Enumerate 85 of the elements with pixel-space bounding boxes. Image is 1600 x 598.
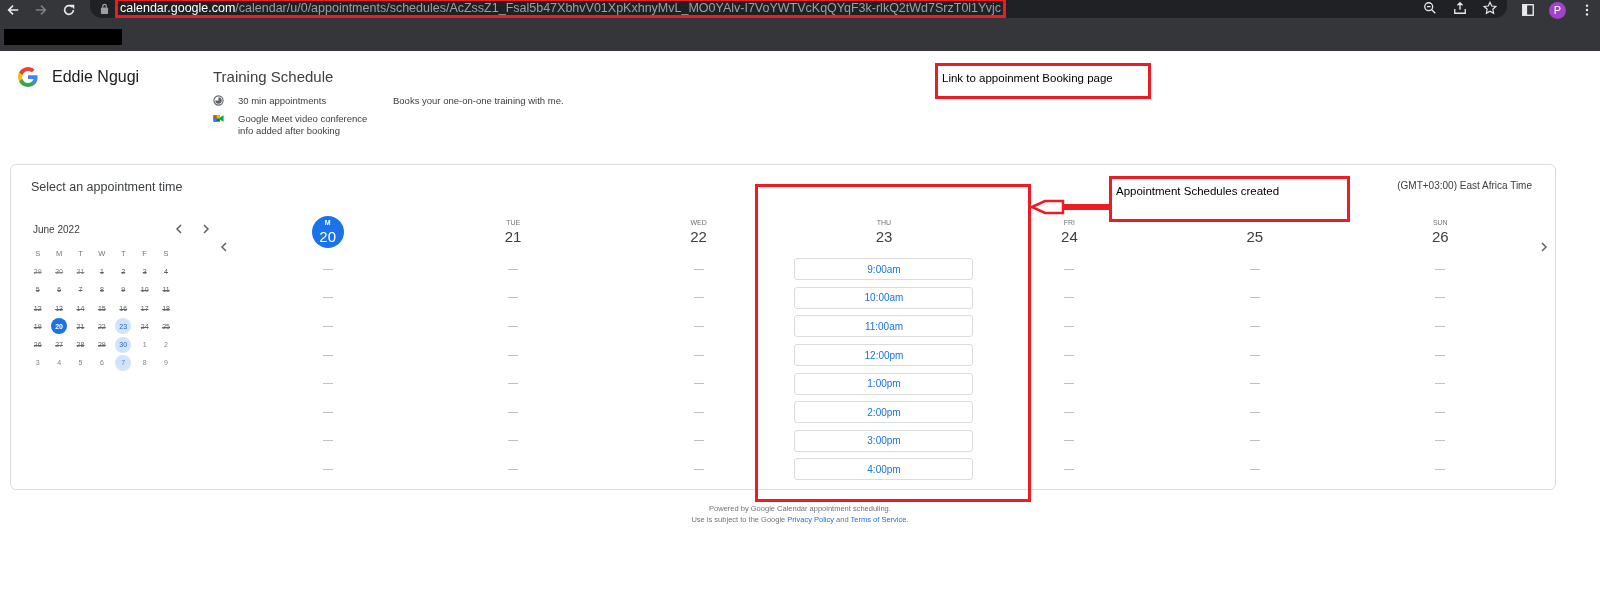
no-slot-dash — [1249, 268, 1260, 270]
no-slot-dash — [693, 354, 704, 356]
no-slot-dash — [1435, 354, 1446, 356]
no-slot-dash — [693, 440, 704, 442]
no-slot-dash — [1064, 468, 1075, 470]
no-slot-dash — [1064, 297, 1075, 299]
no-slot-dash — [693, 297, 704, 299]
no-slot-dash — [1249, 383, 1260, 385]
no-slot-dash — [1249, 354, 1260, 356]
no-slot-dash — [1435, 326, 1446, 327]
no-slot-dash — [693, 268, 704, 270]
share-icon[interactable] — [1453, 1, 1467, 15]
no-slot-dash — [1064, 354, 1075, 356]
no-slot-dash — [693, 383, 704, 385]
no-slot-dash — [508, 411, 519, 413]
day-number: 25 — [1246, 228, 1264, 246]
time-slot-button[interactable]: 9:00am — [794, 258, 974, 281]
no-slot-dash — [508, 383, 519, 385]
no-slot-dash — [508, 468, 519, 470]
no-slot-dash — [322, 297, 333, 299]
conference-text: Google Meet video conference info added after booking — [238, 113, 369, 137]
no-slot-dash — [1064, 383, 1075, 385]
time-slot-button[interactable]: 3:00pm — [794, 429, 974, 452]
lock-icon — [100, 2, 109, 14]
no-slot-dash — [1435, 268, 1446, 270]
annotation-box: Link to appoinment Booking page — [935, 63, 1151, 99]
duration-text: 30 min appointments — [238, 95, 327, 107]
back-icon[interactable] — [6, 3, 20, 17]
no-slot-dash — [508, 440, 519, 442]
url-text: calendar.google.com/calendar/u/0/appointments/schedules/AcZssZ1_Fsal5b47XbhvV01XpKxhnyMvL_MO0YAlv-I7VoYWTVcKqQYqF3k-rlkQ2tWd7SrzT0l1Yvjc — [115, 0, 1006, 18]
no-slot-dash — [1249, 411, 1260, 413]
no-slot-dash — [322, 440, 333, 442]
no-slot-dash — [1064, 326, 1075, 327]
time-slot-button[interactable]: 1:00pm — [794, 372, 974, 395]
no-slot-dash — [322, 383, 333, 385]
time-slot-button[interactable]: 12:00pm — [794, 344, 974, 367]
zoom-out-icon[interactable] — [1423, 1, 1437, 15]
no-slot-dash — [1435, 440, 1446, 442]
no-slot-dash — [1435, 468, 1446, 470]
no-slot-dash — [1435, 297, 1446, 299]
schedule-title: Training Schedule — [213, 67, 335, 87]
time-slot-button[interactable]: 11:00am — [794, 315, 974, 338]
no-slot-dash — [1064, 411, 1075, 413]
timezone-label[interactable]: (GMT+03:00) East Africa Time — [1397, 180, 1532, 194]
no-slot-dash — [322, 326, 333, 327]
owner-name: Eddie Ngugi — [52, 67, 140, 87]
no-slot-dash — [1249, 326, 1260, 327]
profile-avatar[interactable]: P — [1549, 1, 1566, 19]
time-slot-button[interactable]: 4:00pm — [794, 458, 974, 481]
day-number: 23 — [875, 228, 893, 246]
no-slot-dash — [322, 468, 333, 470]
no-slot-dash — [322, 411, 333, 413]
no-slot-dash — [508, 297, 519, 299]
section-heading: Select an appointment time — [31, 180, 183, 194]
no-slot-dash — [508, 326, 519, 327]
annotation-box: Appointment Schedules created — [1109, 176, 1350, 222]
no-slot-dash — [322, 268, 333, 270]
no-slot-dash — [1249, 297, 1260, 299]
description-text: Books your one-on-one training with me. — [393, 95, 564, 108]
reload-icon[interactable] — [62, 3, 76, 17]
google-logo-icon — [16, 65, 40, 89]
no-slot-dash — [508, 268, 519, 270]
no-slot-dash — [1249, 440, 1260, 442]
no-slot-dash — [1249, 468, 1260, 470]
no-slot-dash — [693, 468, 704, 470]
video-camera-icon — [213, 113, 224, 124]
day-number: 21 — [504, 228, 522, 246]
time-slot-button[interactable]: 2:00pm — [794, 401, 974, 424]
star-icon[interactable] — [1483, 1, 1497, 15]
no-slot-dash — [693, 411, 704, 413]
no-slot-dash — [508, 354, 519, 356]
no-slot-dash — [693, 326, 704, 327]
no-slot-dash — [1064, 268, 1075, 270]
day-number: 24 — [1061, 228, 1078, 246]
no-slot-dash — [1435, 383, 1446, 385]
day-number: 22 — [690, 228, 707, 246]
clock-icon — [213, 95, 224, 106]
no-slot-dash — [322, 354, 333, 356]
time-slot-button[interactable]: 10:00am — [794, 286, 974, 309]
side-panel-icon[interactable] — [1521, 3, 1535, 17]
no-slot-dash — [1435, 411, 1446, 413]
day-number: 26 — [1431, 228, 1449, 246]
no-slot-dash — [1064, 440, 1075, 442]
address-bar[interactable]: calendar.google.com/calendar/u/0/appointments/schedules/AcZssZ1_Fsal5b47XbhvV01XpKxhnyMvL_MO0YAlv-I7VoYWTVcKqQYqF3k-rlkQ2tWd7SrzT0l1Yvjc — [90, 0, 1507, 18]
month-label: June 2022 — [33, 223, 81, 235]
